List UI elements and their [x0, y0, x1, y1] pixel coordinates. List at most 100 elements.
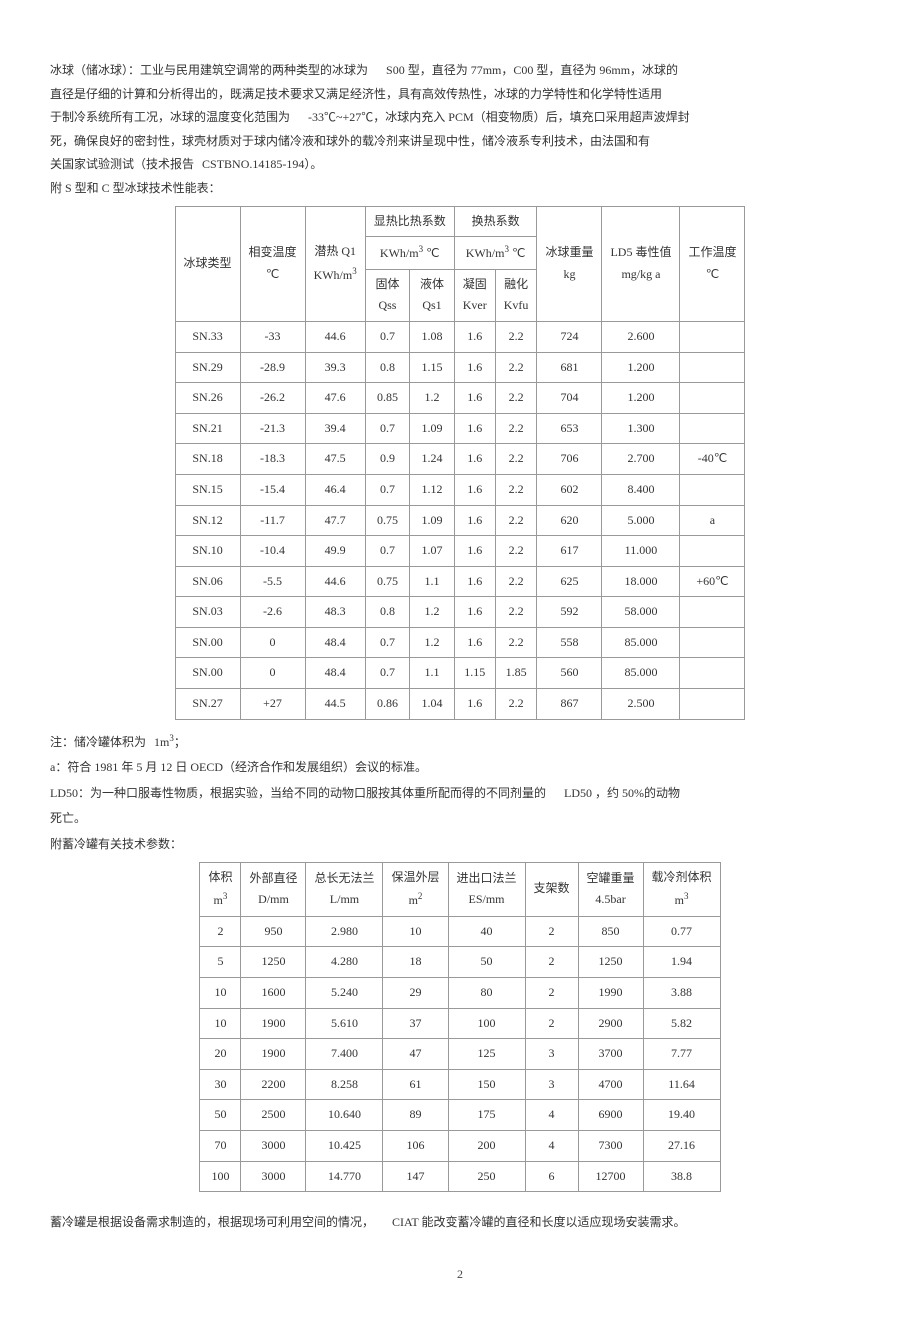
th-volume: 体积 m3 [200, 862, 241, 916]
th-label: 潜热 Q1 [314, 244, 356, 258]
table-cell: 0.7 [365, 627, 410, 658]
th-unit: ℃ [509, 246, 525, 260]
table-cell: 1.08 [410, 321, 455, 352]
table1-caption: 附 S 型和 C 型冰球技术性能表： [50, 178, 870, 200]
table-cell: -11.7 [240, 505, 305, 536]
table-cell: 7.400 [306, 1039, 383, 1070]
note-seg: LD50 ，约 50%的动物 [564, 786, 680, 800]
th-sup: 2 [418, 891, 423, 901]
table-cell: 12700 [578, 1161, 643, 1192]
table-cell: 2.2 [495, 321, 537, 352]
table-cell: 0.8 [365, 352, 410, 383]
table-cell: 2.980 [306, 916, 383, 947]
table-cell: SN.06 [175, 566, 240, 597]
th-sensible-unit: KWh/m3 ℃ [365, 237, 454, 270]
table-cell: 89 [383, 1100, 448, 1131]
table-cell: 3700 [578, 1039, 643, 1070]
table-cell: -21.3 [240, 413, 305, 444]
th-type: 冰球类型 [175, 206, 240, 321]
intro-paragraph-line: 关国家试验测试（技术报告CSTBNO.14185-194）。 [50, 154, 870, 176]
table-cell: 150 [448, 1069, 525, 1100]
table-cell: 4 [525, 1100, 578, 1131]
table-cell: 5.82 [643, 1008, 720, 1039]
table-cell: 7.77 [643, 1039, 720, 1070]
table-cell: 3.88 [643, 978, 720, 1009]
table-cell: 1250 [241, 947, 306, 978]
th-unit: ℃ [706, 267, 719, 281]
table-cell: 2.2 [495, 413, 537, 444]
note-seg: 1m [154, 735, 169, 749]
table-cell: -18.3 [240, 444, 305, 475]
th-sup: 3 [223, 891, 228, 901]
table-cell: 1.07 [410, 536, 455, 567]
table-cell: 2 [525, 978, 578, 1009]
table-cell: 6 [525, 1161, 578, 1192]
th-flange: 进出口法兰 ES/mm [448, 862, 525, 916]
table-cell [680, 383, 745, 414]
table-cell: 5.240 [306, 978, 383, 1009]
th-sym: Qs1 [422, 298, 441, 312]
table-cell: 1.2 [410, 627, 455, 658]
table-cell [680, 627, 745, 658]
table-cell: 2 [525, 916, 578, 947]
table-cell: 10.640 [306, 1100, 383, 1131]
table-cell [680, 536, 745, 567]
table-cell: 6900 [578, 1100, 643, 1131]
th-unit: KWh/m [466, 246, 505, 260]
table-row: SN.00048.40.71.11.151.8556085.000 [175, 658, 745, 689]
table-cell: 704 [537, 383, 602, 414]
table-cell: 10.425 [306, 1130, 383, 1161]
table-cell: 706 [537, 444, 602, 475]
table-cell: 61 [383, 1069, 448, 1100]
table-row: SN.18-18.347.50.91.241.62.27062.700-40℃ [175, 444, 745, 475]
table-cell: 44.6 [305, 566, 365, 597]
table-cell: 10 [383, 916, 448, 947]
th-label: 相变温度 [249, 245, 297, 259]
table-cell: 1.94 [643, 947, 720, 978]
table-cell: SN.15 [175, 474, 240, 505]
th-label: 外部直径 [249, 871, 297, 885]
th-label: 工作温度 [688, 245, 736, 259]
table-cell: 70 [200, 1130, 241, 1161]
table-row: 1016005.2402980219903.88 [200, 978, 720, 1009]
table-cell: 48.4 [305, 658, 365, 689]
table-row: 1019005.61037100229005.82 [200, 1008, 720, 1039]
table-cell: 1.6 [454, 689, 495, 720]
table-cell: 2.2 [495, 566, 537, 597]
note-seg: LD50：为一种口服毒性物质，根据实验，当给不同的动物口服按其体重所配而得的不同… [50, 786, 546, 800]
table-cell: 2.2 [495, 689, 537, 720]
table-cell: 8.258 [306, 1069, 383, 1100]
table-cell: 100 [200, 1161, 241, 1192]
table-cell: 47 [383, 1039, 448, 1070]
th-weight: 冰球重量 kg [537, 206, 602, 321]
table-cell: -28.9 [240, 352, 305, 383]
th-freeze: 凝固 Kver [454, 269, 495, 321]
table-cell: 40 [448, 916, 525, 947]
table-cell: SN.27 [175, 689, 240, 720]
table-cell: SN.18 [175, 444, 240, 475]
table-cell: 1.1 [410, 566, 455, 597]
intro-paragraph-line: 直径是仔细的计算和分析得出的，既满足技术要求又满足经济性，具有高效传热性，冰球的… [50, 84, 870, 106]
table-row: 29502.980104028500.77 [200, 916, 720, 947]
table-cell: 1.2 [410, 597, 455, 628]
table-cell: 4.280 [306, 947, 383, 978]
table-cell: -15.4 [240, 474, 305, 505]
table-cell [680, 321, 745, 352]
table-cell: 653 [537, 413, 602, 444]
th-solid: 固体 Qss [365, 269, 410, 321]
table-cell: 1.6 [454, 505, 495, 536]
table-cell: 1.6 [454, 444, 495, 475]
note-seg: 注：储冷罐体积为 [50, 735, 146, 749]
table-cell: 1.85 [495, 658, 537, 689]
intro-paragraph: 冰球（储冰球）：工业与民用建筑空调常的两种类型的冰球为S00 型，直径为 77m… [50, 60, 870, 82]
para-seg: 于制冷系统所有工况，冰球的温度变化范围为 [50, 110, 290, 124]
table-cell: 1.6 [454, 383, 495, 414]
table-cell: 2.700 [602, 444, 680, 475]
table-cell: 2 [525, 1008, 578, 1039]
table-cell [680, 658, 745, 689]
table-cell: 46.4 [305, 474, 365, 505]
table-row: 50250010.640891754690019.40 [200, 1100, 720, 1131]
th-empty-weight: 空罐重量 4.5bar [578, 862, 643, 916]
table-cell: 617 [537, 536, 602, 567]
table-cell: 7300 [578, 1130, 643, 1161]
